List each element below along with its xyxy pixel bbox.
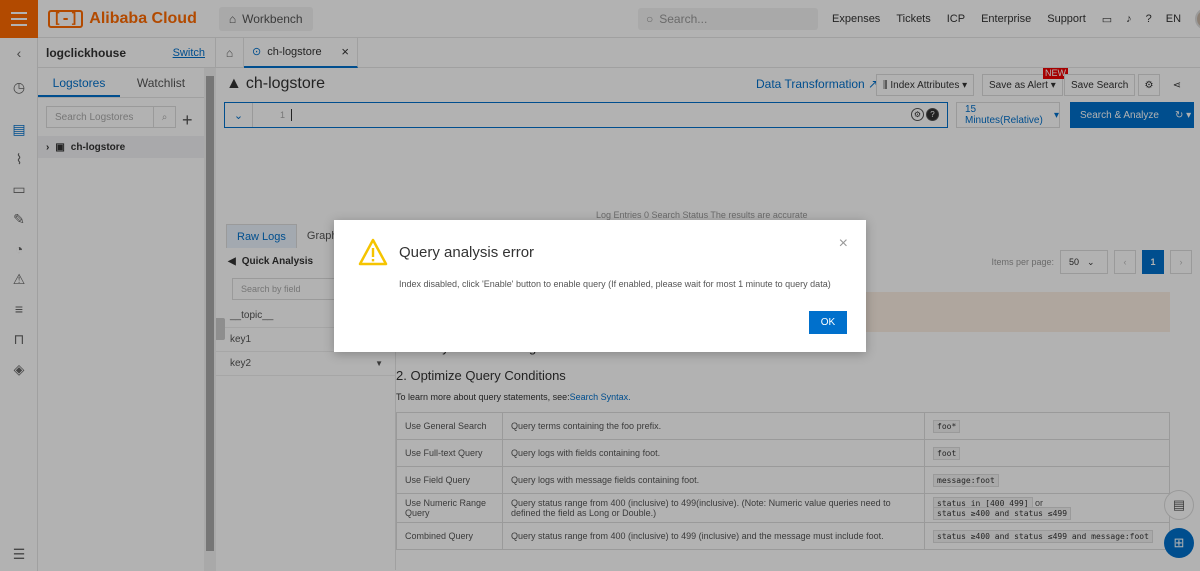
dialog-title: Query analysis error (399, 244, 535, 261)
close-icon[interactable]: × (839, 236, 848, 252)
error-dialog: Query analysis error × Index disabled, c… (334, 220, 866, 352)
dialog-message: Index disabled, click 'Enable' button to… (399, 279, 831, 289)
warning-icon (358, 238, 388, 266)
ok-button[interactable]: OK (809, 311, 847, 334)
